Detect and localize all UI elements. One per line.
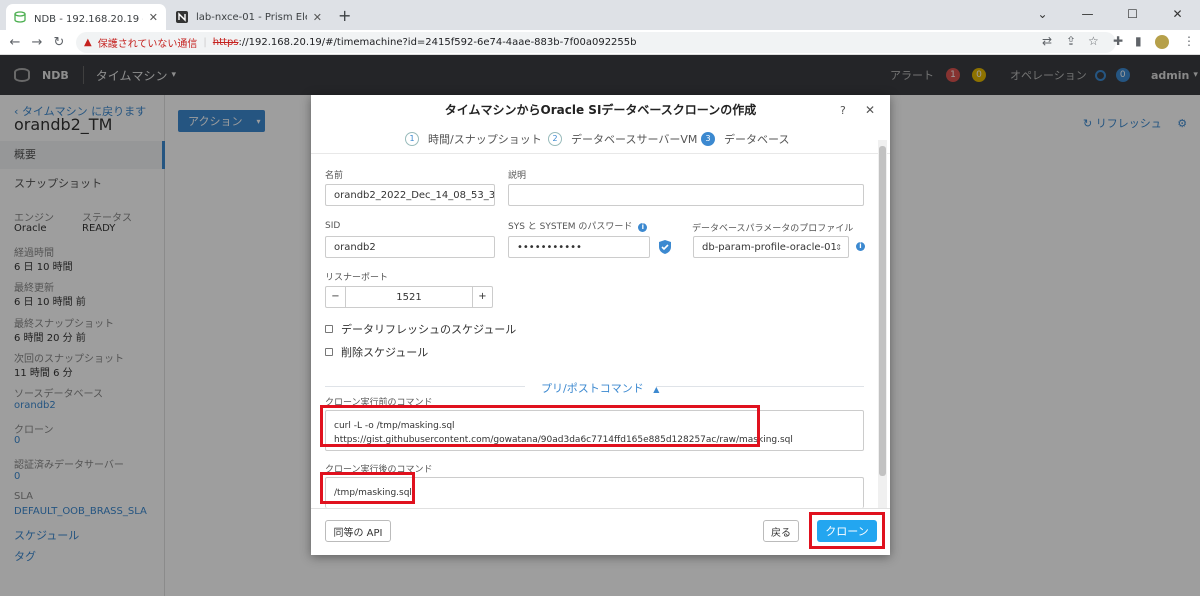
minimize-icon[interactable]: —: [1065, 0, 1110, 28]
maximize-icon[interactable]: ☐: [1110, 0, 1155, 28]
listener-port-stepper[interactable]: − 1521 +: [325, 286, 493, 308]
tab-title: lab-nxce-01 - Prism Element: [196, 11, 307, 23]
sid-input[interactable]: orandb2: [325, 236, 495, 258]
close-tab-icon[interactable]: ✕: [149, 11, 158, 24]
browser-tab-strip: NDB - 192.168.20.19 - タイムマシン ✕ lab-nxce-…: [0, 0, 1200, 30]
info-icon[interactable]: i: [638, 223, 648, 232]
back-button[interactable]: 戻る: [763, 520, 799, 542]
name-input[interactable]: orandb2_2022_Dec_14_08_53_38: [325, 184, 495, 206]
new-tab-button[interactable]: +: [338, 6, 351, 25]
star-icon[interactable]: ☆: [1088, 34, 1099, 48]
delete-schedule-checkbox[interactable]: 削除スケジュール: [325, 344, 428, 360]
window-controls: ⌄ — ☐ ✕: [1020, 0, 1200, 28]
translate-icon[interactable]: ⇄: [1042, 34, 1052, 48]
reload-icon[interactable]: ↻: [48, 35, 70, 50]
help-icon[interactable]: ?: [840, 104, 846, 117]
chevron-down-icon[interactable]: ⌄: [1020, 0, 1065, 28]
highlight-box-pre: [320, 405, 760, 447]
listener-port-value[interactable]: 1521: [346, 292, 472, 303]
prepost-toggle[interactable]: プリ/ポストコマンド ▲: [541, 380, 659, 396]
wizard-steps: 1 時間/スナップショット 2 データベースサーバーVM 3 データベース: [311, 126, 890, 154]
database-icon: [14, 11, 26, 23]
increment-button[interactable]: +: [472, 287, 492, 307]
screen: NDB - 192.168.20.19 - タイムマシン ✕ lab-nxce-…: [0, 0, 1200, 596]
profile-select[interactable]: db-param-profile-oracle-01 ⇕: [693, 236, 849, 258]
url-path: ://192.168.20.19/#/timemachine?id=2415f5…: [238, 37, 637, 48]
security-warning[interactable]: 保護されていない通信: [98, 35, 198, 50]
url-field[interactable]: ▲ 保護されていない通信 | https ://192.168.20.19/#/…: [76, 32, 1116, 53]
more-menu-icon[interactable]: ⋮: [1183, 34, 1195, 48]
step-db-server-vm[interactable]: 2 データベースサーバーVM: [548, 131, 697, 147]
close-window-icon[interactable]: ✕: [1155, 0, 1200, 28]
share-icon[interactable]: ⇪: [1066, 34, 1076, 48]
nutanix-icon: [176, 11, 188, 23]
tab-title: NDB - 192.168.20.19 - タイムマシン: [34, 13, 143, 25]
dialog-title: タイムマシンからOracle SIデータベースクローンの作成: [444, 103, 757, 117]
description-input[interactable]: [508, 184, 864, 206]
browser-tab-prism[interactable]: lab-nxce-01 - Prism Element ✕: [168, 4, 330, 30]
step-time-snapshot[interactable]: 1 時間/スナップショット: [405, 131, 542, 147]
highlight-box-post: [320, 472, 415, 504]
sidepanel-icon[interactable]: ▮: [1135, 34, 1142, 48]
back-arrow-icon[interactable]: ←: [4, 35, 26, 50]
equivalent-api-button[interactable]: 同等の API: [325, 520, 391, 542]
url-scheme: https: [212, 37, 239, 48]
step-database[interactable]: 3 データベース: [701, 131, 789, 147]
scrollbar[interactable]: [878, 140, 887, 508]
clone-dialog: タイムマシンからOracle SIデータベースクローンの作成 ? ✕ 1 時間/…: [311, 95, 890, 555]
close-icon[interactable]: ✕: [865, 103, 875, 117]
decrement-button[interactable]: −: [326, 287, 346, 307]
close-tab-icon[interactable]: ✕: [313, 11, 322, 24]
info-icon[interactable]: i: [856, 242, 865, 251]
password-input[interactable]: •••••••••••: [508, 236, 650, 258]
address-bar: ← → ↻ ▲ 保護されていない通信 | https ://192.168.20…: [0, 30, 1200, 55]
refresh-schedule-checkbox[interactable]: データリフレッシュのスケジュール: [325, 321, 516, 337]
extensions-icon[interactable]: ✚: [1113, 34, 1123, 48]
chevron-updown-icon: ⇕: [835, 242, 842, 252]
highlight-box-clone: [809, 512, 885, 549]
browser-tab-ndb[interactable]: NDB - 192.168.20.19 - タイムマシン ✕: [6, 4, 166, 30]
warning-icon: ▲: [84, 37, 92, 48]
avatar[interactable]: [1155, 35, 1169, 49]
shield-icon[interactable]: [657, 239, 673, 258]
forward-arrow-icon[interactable]: →: [26, 35, 48, 50]
